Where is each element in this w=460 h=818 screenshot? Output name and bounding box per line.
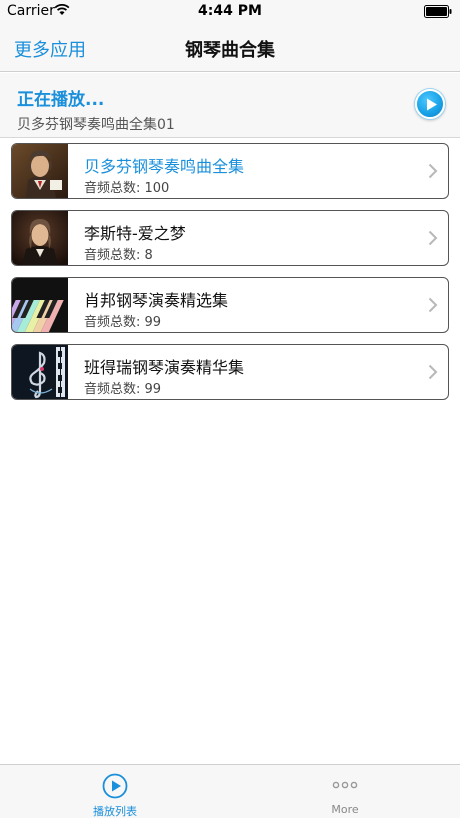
chevron-right-icon — [428, 297, 438, 313]
list-item[interactable]: 肖邦钢琴演奏精选集 音频总数: 99 — [11, 277, 449, 333]
play-icon — [427, 98, 437, 111]
list-item[interactable]: 班得瑞钢琴演奏精华集 音频总数: 99 — [11, 344, 449, 400]
tab-bar: 播放列表 More — [0, 764, 460, 818]
album-track-count: 音频总数: 8 — [84, 248, 153, 263]
album-track-count: 音频总数: 99 — [84, 382, 162, 397]
tab-playlist-label: 播放列表 — [93, 805, 137, 818]
now-playing-bar[interactable]: 正在播放... 贝多芬钢琴奏鸣曲全集01 — [0, 73, 460, 138]
list-item[interactable]: 李斯特-爱之梦 音频总数: 8 — [11, 210, 449, 266]
beethoven-portrait-thumbnail — [12, 144, 68, 198]
now-playing-title: 正在播放... — [17, 90, 105, 110]
chevron-right-icon — [428, 230, 438, 246]
status-bar: Carrier 4:44 PM — [0, 0, 460, 22]
chevron-right-icon — [428, 364, 438, 380]
battery-icon — [424, 5, 452, 18]
tab-more-label: More — [331, 803, 359, 816]
play-button[interactable] — [415, 89, 445, 119]
navigation-bar: 更多应用 钢琴曲合集 — [0, 22, 460, 72]
album-title: 贝多芬钢琴奏鸣曲全集 — [84, 157, 245, 176]
status-time: 4:44 PM — [198, 3, 262, 19]
album-list: 贝多芬钢琴奏鸣曲全集 音频总数: 100 李斯特-爱之梦 音频总数: 8 肖邦钢… — [11, 143, 449, 411]
album-track-count: 音频总数: 99 — [84, 315, 162, 330]
more-dots-icon — [332, 781, 358, 789]
album-title: 班得瑞钢琴演奏精华集 — [84, 358, 245, 377]
album-title: 肖邦钢琴演奏精选集 — [84, 291, 229, 310]
album-track-count: 音频总数: 100 — [84, 181, 170, 196]
album-title: 李斯特-爱之梦 — [84, 224, 186, 243]
list-item[interactable]: 贝多芬钢琴奏鸣曲全集 音频总数: 100 — [11, 143, 449, 199]
play-circle-icon — [102, 773, 128, 799]
page-title: 钢琴曲合集 — [185, 40, 275, 61]
tab-playlist[interactable]: 播放列表 — [0, 765, 230, 818]
now-playing-track: 贝多芬钢琴奏鸣曲全集01 — [17, 117, 175, 133]
piano-keys-thumbnail — [12, 278, 68, 332]
tab-more[interactable]: More — [230, 765, 460, 818]
chevron-right-icon — [428, 163, 438, 179]
treble-clef-thumbnail — [12, 345, 68, 399]
liszt-portrait-thumbnail — [12, 211, 68, 265]
